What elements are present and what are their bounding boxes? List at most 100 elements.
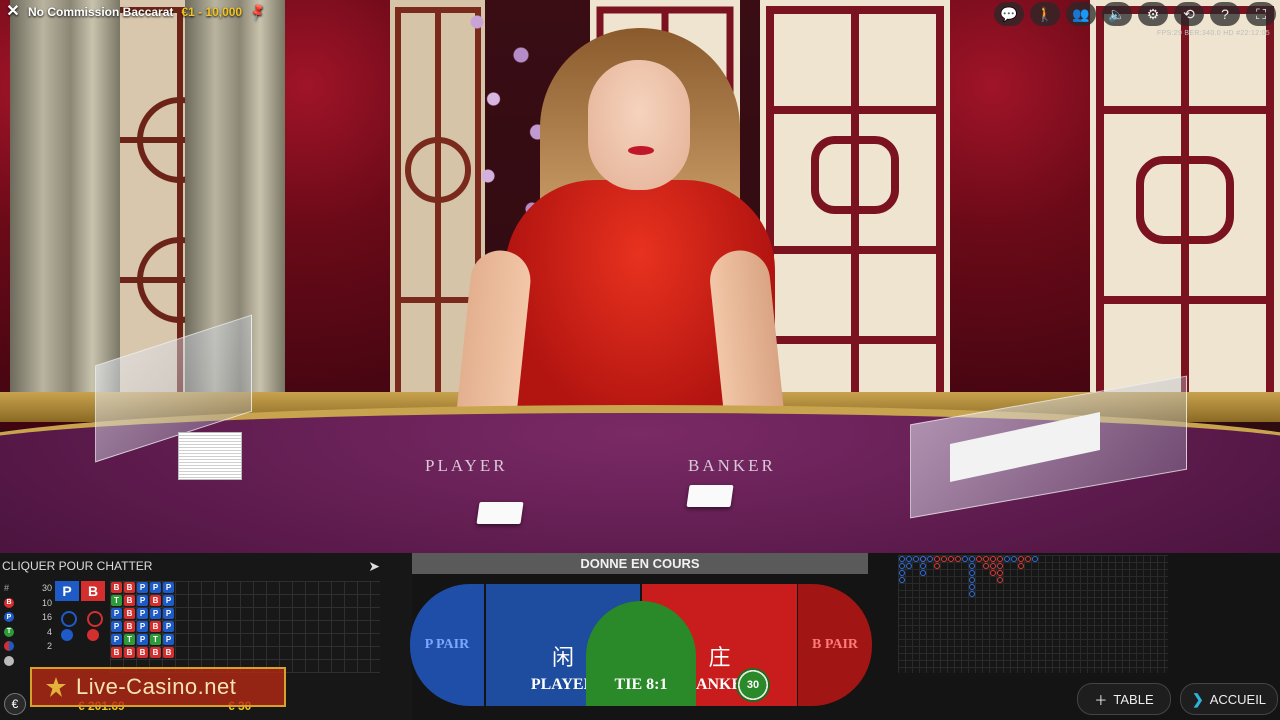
big-road-cell bbox=[899, 577, 905, 583]
table-limits: €1 - 10,000 bbox=[181, 5, 243, 19]
tufted-wall-panel bbox=[270, 0, 390, 430]
bead-road-cell: P bbox=[163, 582, 174, 593]
stat-value: 16 bbox=[41, 612, 52, 623]
bead-road-cell: P bbox=[111, 608, 122, 619]
big-road-cell bbox=[1018, 556, 1024, 562]
help-icon[interactable]: ? bbox=[1210, 2, 1240, 26]
close-icon[interactable]: ✕ bbox=[6, 4, 20, 20]
stat-value: 2 bbox=[46, 641, 52, 652]
big-road-cell bbox=[941, 556, 947, 562]
banker-small-road-icon bbox=[87, 629, 99, 641]
dealer-lips bbox=[628, 146, 654, 155]
player-card bbox=[476, 502, 524, 524]
players-icon[interactable]: 👥 bbox=[1066, 2, 1096, 26]
stat-row-tie: T 4 bbox=[4, 625, 52, 640]
stat-row-natural bbox=[4, 654, 52, 669]
pin-icon[interactable]: 📌 bbox=[248, 2, 268, 22]
big-road-cell bbox=[920, 570, 926, 576]
player-pair-bet-spot[interactable]: P PAIR bbox=[410, 584, 484, 706]
bet-label: P PAIR bbox=[424, 637, 470, 652]
big-road-cell bbox=[906, 556, 912, 562]
big-road-cell bbox=[969, 577, 975, 583]
stat-value: 4 bbox=[46, 626, 52, 637]
bead-road-cell: P bbox=[150, 582, 161, 593]
stat-value: 10 bbox=[41, 597, 52, 608]
home-button[interactable]: ❯ ACCUEIL bbox=[1180, 683, 1278, 715]
game-status: DONNE EN COURS bbox=[412, 553, 868, 574]
stat-value: 30 bbox=[41, 583, 52, 594]
bead-road-cell: P bbox=[137, 582, 148, 593]
big-road-cell bbox=[906, 563, 912, 569]
betting-area: DONNE EN COURS P PAIR 闲 PLAYER 庄 BANKER … bbox=[390, 553, 890, 720]
big-road-cell bbox=[899, 563, 905, 569]
banker-dot-icon: B bbox=[4, 597, 14, 608]
lattice-screen bbox=[1090, 0, 1280, 420]
bead-road-cell: B bbox=[150, 621, 161, 632]
banker-predict-button[interactable]: B bbox=[81, 581, 105, 601]
dealer-face bbox=[588, 60, 690, 190]
left-panel: CLIQUER POUR CHATTER ➤ # 30 B 10 P 16 T bbox=[0, 553, 412, 720]
bead-road-cell: P bbox=[137, 621, 148, 632]
game-title: No Commission Baccarat bbox=[28, 5, 174, 19]
watermark-text: Live-Casino.net bbox=[76, 674, 237, 699]
player-small-road-icon bbox=[61, 629, 73, 641]
lattice-screen bbox=[760, 0, 950, 420]
player-predict-button[interactable]: P bbox=[55, 581, 79, 601]
bead-road-cell: B bbox=[124, 621, 135, 632]
stat-column: # 30 B 10 P 16 T 4 2 bbox=[4, 581, 52, 668]
bead-road-cell: P bbox=[111, 634, 122, 645]
big-road-cell bbox=[969, 584, 975, 590]
big-road-cell bbox=[899, 556, 905, 562]
bead-road-cell: B bbox=[137, 647, 148, 658]
bead-road-cell: P bbox=[163, 621, 174, 632]
player-big-eye-icon bbox=[61, 611, 77, 627]
volume-icon[interactable]: 🔈 bbox=[1102, 2, 1132, 26]
banker-pair-bet-spot[interactable]: B PAIR bbox=[798, 584, 872, 706]
big-road-cell bbox=[920, 556, 926, 562]
tie-bet-spot[interactable]: TIE 8:1 bbox=[586, 601, 696, 706]
bead-road: BTPPPBBBBBTBPPPPPBPBPBTBPPPPPB bbox=[110, 581, 380, 673]
player-dot-icon: P bbox=[4, 612, 14, 623]
chat-icon[interactable]: 💬 bbox=[994, 2, 1024, 26]
big-road-cell bbox=[920, 563, 926, 569]
bead-road-cell: T bbox=[124, 634, 135, 645]
chat-input[interactable]: CLIQUER POUR CHATTER ➤ bbox=[0, 553, 386, 579]
bead-road-cell: B bbox=[124, 582, 135, 593]
tufted-wall-panel bbox=[950, 0, 1090, 430]
stat-key: # bbox=[4, 583, 10, 594]
bead-road-cell: B bbox=[124, 595, 135, 606]
big-road-cell bbox=[990, 563, 996, 569]
table-button[interactable]: ＋ TABLE bbox=[1077, 683, 1171, 715]
send-icon[interactable]: ➤ bbox=[368, 558, 380, 575]
plus-icon: ＋ bbox=[1094, 692, 1108, 708]
big-road-cell bbox=[899, 570, 905, 576]
bead-road-cell: P bbox=[163, 595, 174, 606]
big-road-cell bbox=[1032, 556, 1038, 562]
bead-road-cell: P bbox=[150, 608, 161, 619]
currency-icon[interactable]: € bbox=[4, 693, 26, 715]
big-road-cell bbox=[913, 556, 919, 562]
stat-row-total: # 30 bbox=[4, 581, 52, 596]
big-road-cell bbox=[997, 577, 1003, 583]
banker-big-eye-icon bbox=[87, 611, 103, 627]
big-road-cell bbox=[990, 570, 996, 576]
history-icon[interactable]: ⟲ bbox=[1174, 2, 1204, 26]
big-road-cell bbox=[934, 563, 940, 569]
player-chinese-label: 闲 bbox=[551, 646, 574, 671]
arrow-right-icon: ❯ bbox=[1191, 690, 1204, 707]
bead-road-cell: B bbox=[111, 582, 122, 593]
big-road-cell bbox=[969, 570, 975, 576]
big-road-cell bbox=[969, 563, 975, 569]
big-road-cell bbox=[955, 556, 961, 562]
tie-dot-icon: T bbox=[4, 626, 14, 637]
big-road-cell bbox=[1004, 556, 1010, 562]
big-road-cell bbox=[962, 556, 968, 562]
chat-placeholder: CLIQUER POUR CHATTER bbox=[2, 559, 153, 573]
fullscreen-icon[interactable]: ⛶ bbox=[1246, 2, 1276, 26]
big-road-cell bbox=[997, 570, 1003, 576]
stat-row-banker: B 10 bbox=[4, 596, 52, 611]
accessibility-icon[interactable]: 🚶 bbox=[1030, 2, 1060, 26]
placed-chip[interactable]: 30 bbox=[736, 668, 770, 702]
felt-player-label: PLAYER bbox=[425, 456, 508, 475]
settings-icon[interactable]: ⚙ bbox=[1138, 2, 1168, 26]
